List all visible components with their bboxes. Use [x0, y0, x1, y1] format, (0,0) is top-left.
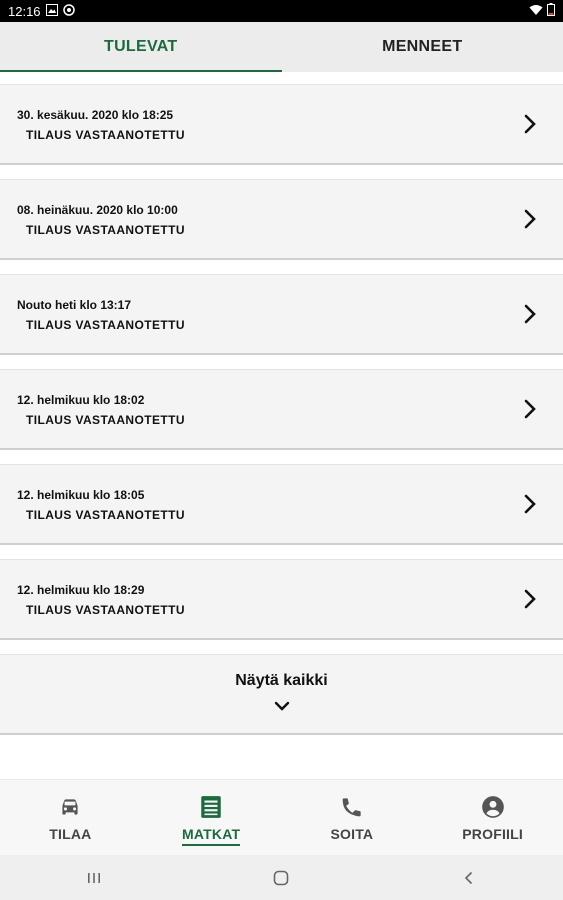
home-icon	[274, 870, 289, 885]
trip-list: 30. kesäkuu. 2020 klo 18:25 TILAUS VASTA…	[0, 72, 563, 735]
account-icon	[481, 796, 504, 818]
nav-label: SOITA	[330, 826, 374, 842]
nav-label: TILAA	[49, 826, 92, 842]
chevron-down-icon	[274, 701, 290, 711]
image-icon	[45, 3, 58, 19]
trip-status: TILAUS VASTAANOTETTU	[26, 603, 185, 617]
nav-item-profiili[interactable]: PROFIILI	[422, 780, 563, 855]
back-button[interactable]	[449, 863, 489, 893]
home-button[interactable]	[261, 863, 301, 893]
chevron-right-icon	[524, 589, 536, 609]
nav-item-matkat[interactable]: MATKAT	[141, 780, 282, 855]
show-all-button[interactable]: Näytä kaikki	[0, 654, 563, 735]
top-tabs: TULEVAT MENNEET	[0, 22, 563, 72]
trip-date: Nouto heti klo 13:17	[17, 298, 132, 312]
trip-item[interactable]: 12. helmikuu klo 18:29 TILAUS VASTAANOTE…	[0, 559, 563, 640]
trip-item[interactable]: 08. heinäkuu. 2020 klo 10:00 TILAUS VAST…	[0, 179, 563, 260]
chevron-right-icon	[524, 304, 536, 324]
nav-item-tilaa[interactable]: TILAA	[0, 780, 141, 855]
sync-icon	[62, 3, 75, 19]
trip-date: 08. heinäkuu. 2020 klo 10:00	[17, 203, 178, 217]
back-icon	[465, 871, 473, 884]
recent-apps-icon	[87, 872, 100, 883]
nav-item-soita[interactable]: SOITA	[282, 780, 423, 855]
chevron-right-icon	[524, 114, 536, 134]
trip-date: 12. helmikuu klo 18:02	[17, 393, 145, 407]
status-bar: 12:16	[0, 0, 563, 22]
trip-status: TILAUS VASTAANOTETTU	[26, 413, 185, 427]
list-icon	[201, 796, 221, 818]
trip-status: TILAUS VASTAANOTETTU	[26, 223, 185, 237]
trips-content: 30. kesäkuu. 2020 klo 18:25 TILAUS VASTA…	[0, 72, 563, 779]
trip-item[interactable]: 12. helmikuu klo 18:05 TILAUS VASTAANOTE…	[0, 464, 563, 545]
status-left: 12:16	[8, 3, 75, 19]
chevron-right-icon	[524, 399, 536, 419]
wifi-icon	[529, 4, 543, 19]
trip-date: 12. helmikuu klo 18:29	[17, 583, 145, 597]
trip-date: 12. helmikuu klo 18:05	[17, 488, 145, 502]
show-all-label: Näytä kaikki	[235, 672, 328, 689]
trip-item[interactable]: 12. helmikuu klo 18:02 TILAUS VASTAANOTE…	[0, 369, 563, 450]
trip-status: TILAUS VASTAANOTETTU	[26, 318, 185, 332]
trip-status: TILAUS VASTAANOTETTU	[26, 508, 185, 522]
bottom-nav: TILAA MATKAT SOITA PROFIILI	[0, 779, 563, 855]
trip-date: 30. kesäkuu. 2020 klo 18:25	[17, 108, 174, 122]
trip-status: TILAUS VASTAANOTETTU	[26, 128, 185, 142]
tab-menneet[interactable]: MENNEET	[282, 22, 563, 72]
nav-label: PROFIILI	[462, 826, 523, 842]
status-time: 12:16	[8, 3, 41, 19]
tab-tulevat[interactable]: TULEVAT	[0, 22, 282, 72]
chevron-right-icon	[524, 209, 536, 229]
car-icon	[62, 799, 78, 815]
system-nav-bar	[0, 855, 563, 900]
nav-label: MATKAT	[182, 826, 241, 846]
trip-item[interactable]: 30. kesäkuu. 2020 klo 18:25 TILAUS VASTA…	[0, 84, 563, 165]
battery-icon	[547, 3, 555, 19]
chevron-right-icon	[524, 494, 536, 514]
recent-apps-button[interactable]	[74, 863, 114, 893]
phone-icon	[342, 798, 361, 817]
trip-item[interactable]: Nouto heti klo 13:17 TILAUS VASTAANOTETT…	[0, 274, 563, 355]
status-right	[529, 3, 555, 19]
